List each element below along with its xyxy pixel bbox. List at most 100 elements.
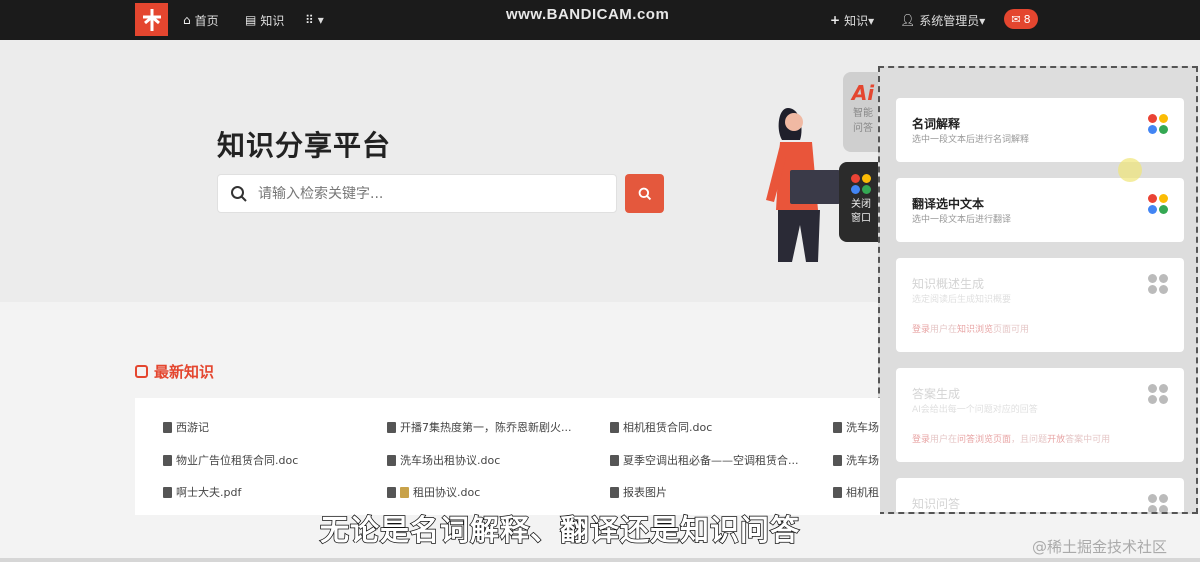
close-tab-label-2: 窗口 bbox=[851, 213, 871, 224]
note-text: 用户在 bbox=[930, 325, 958, 335]
dots-icon bbox=[1148, 274, 1168, 294]
close-tab-label-1: 关闭 bbox=[851, 199, 871, 210]
recorder-watermark: www.BANDICAM.com bbox=[506, 6, 670, 23]
search-button-icon bbox=[638, 187, 651, 200]
list-item[interactable]: 啊士大夫.pdf bbox=[163, 484, 363, 500]
envelope-icon: ✉ bbox=[1011, 12, 1021, 26]
tool-card-summary: 知识概述生成 选定阅读后生成知识概要 登录用户在知识浏览页面可用 bbox=[896, 258, 1184, 352]
nav-user-menu[interactable]: 👤︎ 系统管理员▾ bbox=[900, 0, 985, 40]
list-item[interactable]: 开播7集热度第一，陈乔恩新剧火... bbox=[387, 419, 587, 435]
list-item[interactable]: 报表图片 bbox=[610, 484, 810, 500]
tool-card-desc: 选中一段文本后进行名词解释 bbox=[912, 135, 1030, 145]
latest-list: 西游记 开播7集热度第一，陈乔恩新剧火... 相机租赁合同.doc 洗车场 物业… bbox=[135, 398, 880, 515]
dots-icon bbox=[851, 174, 871, 194]
nav-user-label: 系统管理员▾ bbox=[919, 13, 986, 28]
list-item[interactable]: 洗车场出租协议.doc bbox=[387, 452, 587, 468]
tool-card-term-explain[interactable]: 名词解释 选中一段文本后进行名词解释 bbox=[896, 98, 1184, 162]
search-box bbox=[217, 174, 617, 213]
image-icon bbox=[400, 486, 409, 498]
user-icon: 👤︎ bbox=[900, 13, 916, 27]
note-page: 问答浏览页面 bbox=[957, 435, 1012, 445]
message-count: 8 bbox=[1023, 12, 1031, 26]
tool-card-title: 名词解释 bbox=[912, 117, 961, 131]
tool-card-answer: 答案生成 AI会给出每一个问题对应的回答 登录用户在问答浏览页面，且问题开放答案… bbox=[896, 368, 1184, 462]
document-icon bbox=[163, 421, 172, 433]
list-item[interactable]: 西游记 bbox=[163, 419, 363, 435]
top-navbar: ⌂ 首页 ▤ 知识 ⠿ ▾ www.BANDICAM.com + 知识▾ 👤︎ … bbox=[0, 0, 1200, 40]
tool-card-desc: 选定阅读后生成知识概要 bbox=[912, 295, 1012, 305]
latest-section-title: 最新知识 bbox=[135, 361, 214, 382]
tool-card-title: 翻译选中文本 bbox=[912, 197, 985, 211]
page-title: 知识分享平台 bbox=[217, 129, 392, 162]
tool-card-qa: 知识问答 bbox=[896, 478, 1184, 512]
list-item[interactable]: 夏季空调出租必备——空调租赁合... bbox=[610, 452, 810, 468]
document-icon bbox=[163, 454, 172, 466]
document-icon bbox=[833, 421, 842, 433]
dots-icon bbox=[1148, 194, 1168, 214]
source-watermark: @稀土掘金技术社区 bbox=[1032, 538, 1168, 556]
nav-add-knowledge[interactable]: + 知识▾ bbox=[830, 0, 874, 40]
list-item[interactable]: 相机租 bbox=[833, 484, 880, 500]
nav-knowledge[interactable]: ▤ 知识 bbox=[245, 0, 284, 40]
note-text-3: 答案中可用 bbox=[1065, 435, 1111, 445]
square-icon bbox=[135, 365, 148, 378]
grid-icon: ⠿ bbox=[305, 13, 314, 27]
tool-card-desc: 选中一段文本后进行翻译 bbox=[912, 215, 1012, 225]
site-logo[interactable] bbox=[135, 3, 168, 36]
list-item[interactable]: 洗车场 bbox=[833, 419, 880, 435]
nav-home[interactable]: ⌂ 首页 bbox=[183, 0, 219, 40]
tool-card-desc: AI会给出每一个问题对应的回答 bbox=[912, 405, 1038, 415]
latest-title-text: 最新知识 bbox=[154, 363, 215, 381]
document-icon bbox=[387, 454, 396, 466]
list-item[interactable]: 物业广告位租赁合同.doc bbox=[163, 452, 363, 468]
list-item[interactable]: 洗车场 bbox=[833, 452, 880, 468]
home-icon: ⌂ bbox=[183, 13, 191, 27]
document-icon bbox=[833, 454, 842, 466]
note-text-2: 页面可用 bbox=[993, 325, 1030, 335]
nav-knowledge-label: 知识 bbox=[260, 13, 285, 28]
ai-tools-panel: 名词解释 选中一段文本后进行名词解释 翻译选中文本 选中一段文本后进行翻译 知识… bbox=[878, 66, 1198, 514]
dots-icon bbox=[1148, 494, 1168, 512]
document-icon bbox=[610, 454, 619, 466]
document-icon bbox=[163, 486, 172, 498]
dots-icon bbox=[1148, 114, 1168, 134]
video-subtitle: 无论是名词解释、翻译还是知识问答 bbox=[319, 512, 801, 548]
bottom-strip bbox=[0, 558, 1200, 562]
nav-add-knowledge-label: 知识▾ bbox=[844, 13, 875, 28]
tool-card-title: 知识问答 bbox=[912, 497, 961, 511]
document-icon bbox=[833, 486, 842, 498]
document-icon bbox=[387, 421, 396, 433]
messages-button[interactable]: ✉ 8 bbox=[1004, 9, 1038, 29]
note-login: 登录 bbox=[912, 325, 931, 335]
tool-card-title: 知识概述生成 bbox=[912, 277, 985, 291]
note-open: 开放 bbox=[1047, 435, 1066, 445]
document-icon bbox=[610, 486, 619, 498]
search-input[interactable] bbox=[258, 185, 598, 202]
document-icon bbox=[610, 421, 619, 433]
nav-apps-menu[interactable]: ⠿ ▾ bbox=[305, 0, 324, 40]
nav-apps-caret: ▾ bbox=[317, 13, 324, 27]
tool-card-translate[interactable]: 翻译选中文本 选中一段文本后进行翻译 bbox=[896, 178, 1184, 242]
document-icon bbox=[387, 486, 396, 498]
tool-card-title: 答案生成 bbox=[912, 387, 961, 401]
ai-logo: Ai bbox=[851, 81, 875, 105]
ai-assistant-tab[interactable]: Ai 智能 问答 bbox=[843, 72, 883, 152]
dots-icon bbox=[1148, 384, 1168, 404]
book-icon: ▤ bbox=[245, 13, 257, 27]
mouse-cursor-highlight bbox=[1118, 158, 1142, 182]
plus-icon: + bbox=[830, 13, 841, 27]
nav-home-label: 首页 bbox=[194, 13, 219, 28]
note-text-2: ，且问题 bbox=[1011, 435, 1048, 445]
tool-card-note: 登录用户在问答浏览页面，且问题开放答案中可用 bbox=[912, 432, 1110, 445]
ai-tab-label-2: 问答 bbox=[853, 123, 873, 134]
logo-icon bbox=[142, 8, 161, 31]
close-window-tab[interactable]: 关闭 窗口 bbox=[839, 162, 883, 242]
tool-card-note: 登录用户在知识浏览页面可用 bbox=[912, 322, 1029, 335]
list-item[interactable]: 相机租赁合同.doc bbox=[610, 419, 810, 435]
note-page: 知识浏览 bbox=[957, 325, 994, 335]
note-login: 登录 bbox=[912, 435, 931, 445]
search-icon bbox=[230, 184, 250, 204]
search-button[interactable] bbox=[625, 174, 664, 213]
ai-tab-label-1: 智能 bbox=[853, 108, 873, 119]
list-item[interactable]: 租田协议.doc bbox=[387, 484, 587, 500]
